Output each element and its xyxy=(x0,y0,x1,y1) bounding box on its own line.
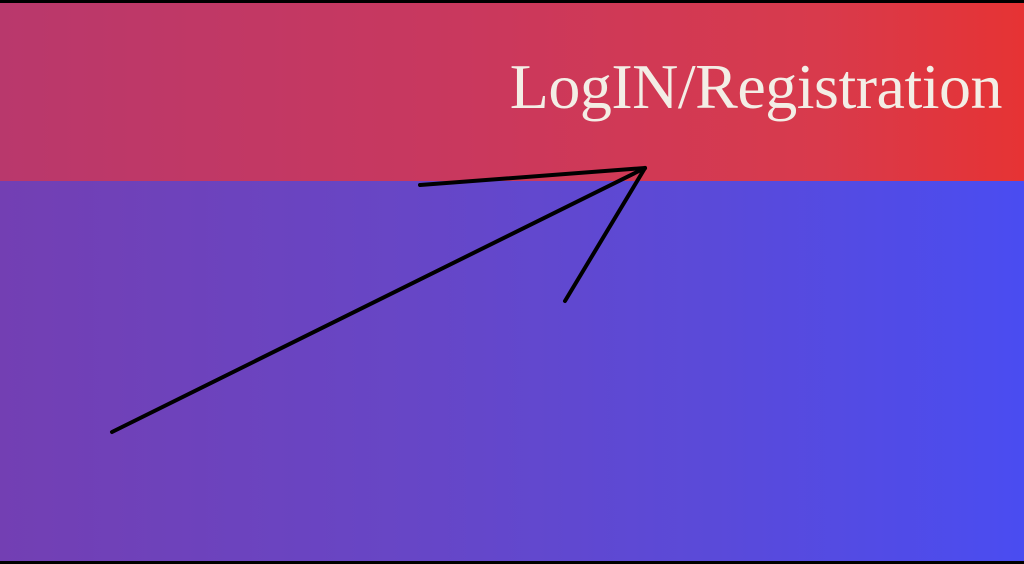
login-registration-link[interactable]: LogIN/Registration xyxy=(510,51,1003,123)
page: LogIN/Registration xyxy=(0,0,1024,564)
main-content-area xyxy=(0,181,1024,564)
header-bar: LogIN/Registration xyxy=(0,3,1024,181)
